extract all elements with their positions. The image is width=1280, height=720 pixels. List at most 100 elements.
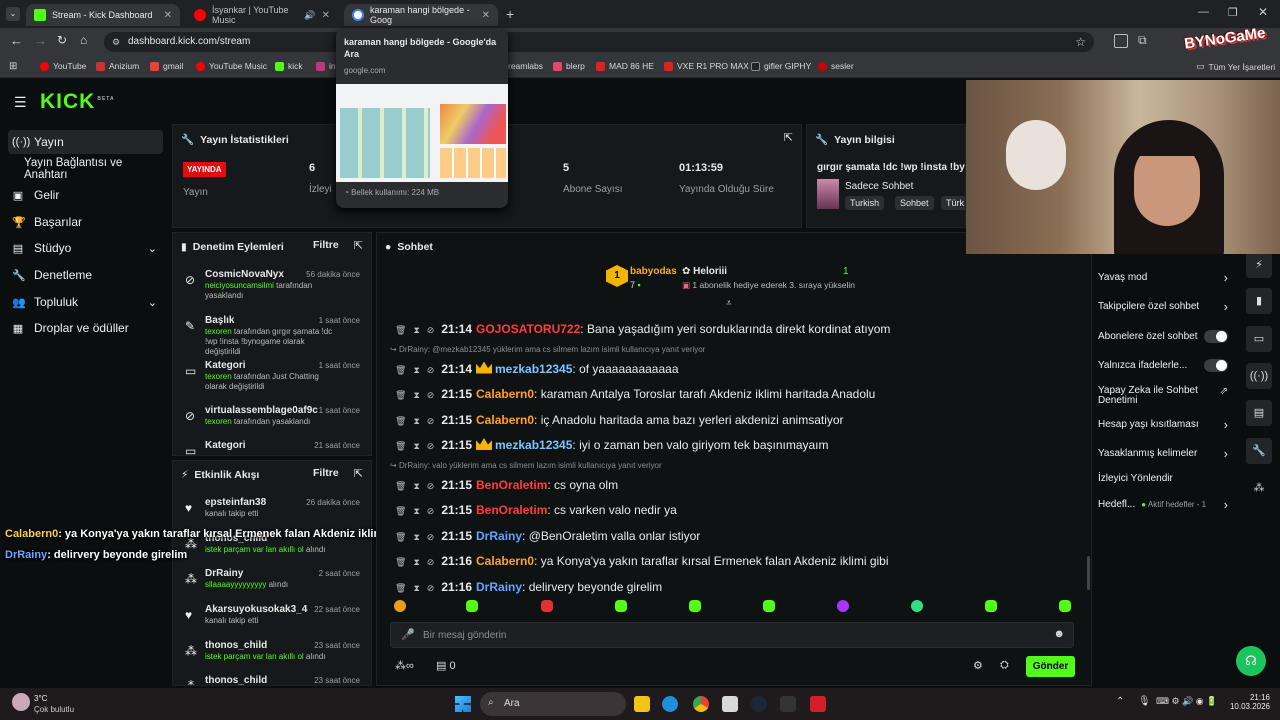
chevron-up-icon[interactable]: ⌃ <box>1116 696 1124 707</box>
mod-tools-icon[interactable]: ⛭ <box>1000 659 1009 672</box>
ban-icon[interactable]: ⊘ <box>427 390 435 400</box>
timeout-icon[interactable]: ⧗ <box>413 390 419 400</box>
message-username[interactable]: Calabern0 <box>476 387 534 401</box>
steam-icon[interactable] <box>751 696 767 712</box>
message-username[interactable]: BenOraletim <box>476 478 547 492</box>
setting-5[interactable]: Yapay Zeka ile Sohbet Denetimi ⇗ <box>1098 386 1228 406</box>
extensions-icon[interactable]: ⧉ <box>1138 33 1147 48</box>
emote-icon[interactable] <box>911 600 923 612</box>
broadcast-icon[interactable]: ((·)) <box>1246 363 1272 389</box>
emote-icon[interactable] <box>763 600 775 612</box>
timeout-icon[interactable]: ⧗ <box>413 416 419 426</box>
bookmark-anizium[interactable]: Anizium <box>96 61 139 71</box>
tag-turkish[interactable]: Turkish <box>845 196 885 210</box>
chat-message[interactable]: 🗑 ⧗ ⊘ 21:15 mezkab12345: iyi o zaman ben val… <box>395 438 829 452</box>
category-name[interactable]: Sadece Sohbet <box>845 181 913 192</box>
emote-icon[interactable] <box>689 600 701 612</box>
speaker-icon[interactable]: 🔊 <box>304 10 315 21</box>
setting-3[interactable]: Abonelere özel sohbet <box>1098 330 1228 343</box>
send-button[interactable]: Gönder <box>1026 656 1075 677</box>
layers-icon[interactable]: ▤ <box>1246 400 1272 426</box>
emote-icon[interactable] <box>985 600 997 612</box>
delete-icon[interactable]: 🗑 <box>395 557 406 567</box>
bookmark-youtube-music[interactable]: YouTube Music <box>196 61 267 71</box>
hamburger-menu-icon[interactable]: ☰ <box>14 94 27 111</box>
sidebar-item-yayin[interactable]: ((·)) Yayın <box>8 130 163 154</box>
wrench-icon[interactable]: 🔧 <box>1246 438 1272 464</box>
bookmark-gmail[interactable]: gmail <box>150 61 183 71</box>
activity-filter-button[interactable]: Filtre <box>313 467 339 479</box>
delete-icon[interactable]: 🗑 <box>395 532 406 542</box>
sidebar-item-studyo[interactable]: ▤ Stüdyo ⌄ <box>8 236 163 260</box>
sidebar-item-gelir[interactable]: ▣ Gelir <box>8 183 163 207</box>
message-username[interactable]: mezkab12345 <box>495 362 572 376</box>
sidebar-item-stream-key[interactable]: Yayın Bağlantısı ve Anahtarı <box>8 157 163 181</box>
emote-icon[interactable] <box>541 600 553 612</box>
tag-sohbet[interactable]: Sohbet <box>895 196 934 210</box>
emote-icon[interactable] <box>1059 600 1071 612</box>
sidebar-item-droplar[interactable]: ▦ Droplar ve ödüller <box>8 316 163 340</box>
tab-google-search[interactable]: karaman hangi bölgede - Goog ✕ <box>344 4 498 26</box>
bookmark-sesler[interactable]: sesler <box>818 61 854 71</box>
message-username[interactable]: GOJOSATORU722 <box>476 322 580 336</box>
setting-8[interactable]: İzleyici Yönlendir <box>1098 473 1228 484</box>
screenshot-extension-icon[interactable] <box>1114 34 1128 48</box>
drops-icon[interactable]: ⁂ <box>1246 475 1272 501</box>
ban-icon[interactable]: ⊘ <box>427 365 435 375</box>
timeout-icon[interactable]: ⧗ <box>413 481 419 491</box>
message-username[interactable]: mezkab12345 <box>495 438 572 452</box>
ban-icon[interactable]: ⊘ <box>427 532 435 542</box>
tab-youtube-music[interactable]: İsyankar | YouTube Music 🔊 ✕ <box>186 4 338 26</box>
home-icon[interactable]: ⌂ <box>80 33 87 47</box>
category-thumbnail[interactable] <box>817 179 839 209</box>
tray-icons[interactable]: ⌨ ⚙ 🔊 ◉ 🔋 <box>1156 696 1217 707</box>
emoji-icon[interactable]: ☻ <box>1053 628 1065 640</box>
chat-message[interactable]: 🗑 ⧗ ⊘ 21:15 Calabern0: iç Anadolu haritada a… <box>395 413 844 427</box>
timeout-icon[interactable]: ⧗ <box>413 583 419 593</box>
timeout-icon[interactable]: ⧗ <box>413 365 419 375</box>
chat-message[interactable]: 🗑 ⧗ ⊘ 21:16 Calabern0: ya Konya'ya yakın tar… <box>395 554 889 568</box>
message-username[interactable]: Calabern0 <box>476 554 534 568</box>
setting-7[interactable]: Yasaklanmış kelimeler › <box>1098 446 1228 461</box>
ban-icon[interactable]: ⊘ <box>427 583 435 593</box>
mod-filter-button[interactable]: Filtre <box>313 239 339 251</box>
weather-icon[interactable] <box>12 693 30 711</box>
timeout-icon[interactable]: ⧗ <box>413 532 419 542</box>
collapse-icon[interactable]: ⩡ <box>726 298 732 309</box>
delete-icon[interactable]: 🗑 <box>395 325 406 335</box>
chat-message[interactable]: 🗑 ⧗ ⊘ 21:15 DrRainy: @BenOraletim valla onla… <box>395 529 700 543</box>
emote-icon[interactable] <box>615 600 627 612</box>
taskbar-search[interactable]: ⌕ Ara <box>480 692 626 716</box>
message-username[interactable]: DrRainy <box>476 580 522 594</box>
file-explorer-icon[interactable] <box>634 696 650 712</box>
kick-logo[interactable]: KICK BETA <box>40 90 115 114</box>
site-info-icon[interactable]: ⚙ <box>112 32 120 52</box>
popout-icon[interactable]: ⇱ <box>784 131 793 144</box>
bolt-icon[interactable]: ⚡ <box>1246 252 1272 278</box>
close-window-button[interactable]: ✕ <box>1258 5 1268 19</box>
chrome-icon[interactable] <box>693 696 709 712</box>
delete-icon[interactable]: 🗑 <box>395 390 406 400</box>
chat-message[interactable]: 🗑 ⧗ ⊘ 21:15 BenOraletim: cs oyna olm <box>395 478 618 492</box>
delete-icon[interactable]: 🗑 <box>395 481 406 491</box>
ban-icon[interactable]: ⊘ <box>427 325 435 335</box>
close-icon[interactable]: ✕ <box>322 10 330 21</box>
tab-list-button[interactable]: ⌄ <box>6 7 20 21</box>
ban-icon[interactable]: ⊘ <box>427 506 435 516</box>
support-chat-icon[interactable]: ☊ <box>1236 646 1266 676</box>
chat-message[interactable]: 🗑 ⧗ ⊘ 21:15 Calabern0: karaman Antalya Toros… <box>395 387 875 401</box>
ban-icon[interactable]: ⊘ <box>427 416 435 426</box>
setting-2[interactable]: Takipçilere özel sohbet › <box>1098 299 1228 314</box>
close-icon[interactable]: ✕ <box>164 10 172 21</box>
setting-4[interactable]: Yalnızca ifadelerle... <box>1098 359 1228 372</box>
microphone-icon[interactable]: 🎤 <box>401 628 415 641</box>
bookmark-mad[interactable]: MAD 86 HE <box>596 61 654 71</box>
bookmark-vxe[interactable]: VXE R1 PRO MAX <box>664 61 749 71</box>
delete-icon[interactable]: 🗑 <box>395 506 406 516</box>
reload-icon[interactable]: ↻ <box>57 33 67 47</box>
minimize-button[interactable]: — <box>1198 6 1209 18</box>
setting-9[interactable]: Hedefl... ● Aktif hedefler - 1 › <box>1098 497 1228 512</box>
chat-icon[interactable]: ▭ <box>1246 326 1272 352</box>
tag-turk[interactable]: Türk <box>941 196 965 210</box>
timeout-icon[interactable]: ⧗ <box>413 441 419 451</box>
